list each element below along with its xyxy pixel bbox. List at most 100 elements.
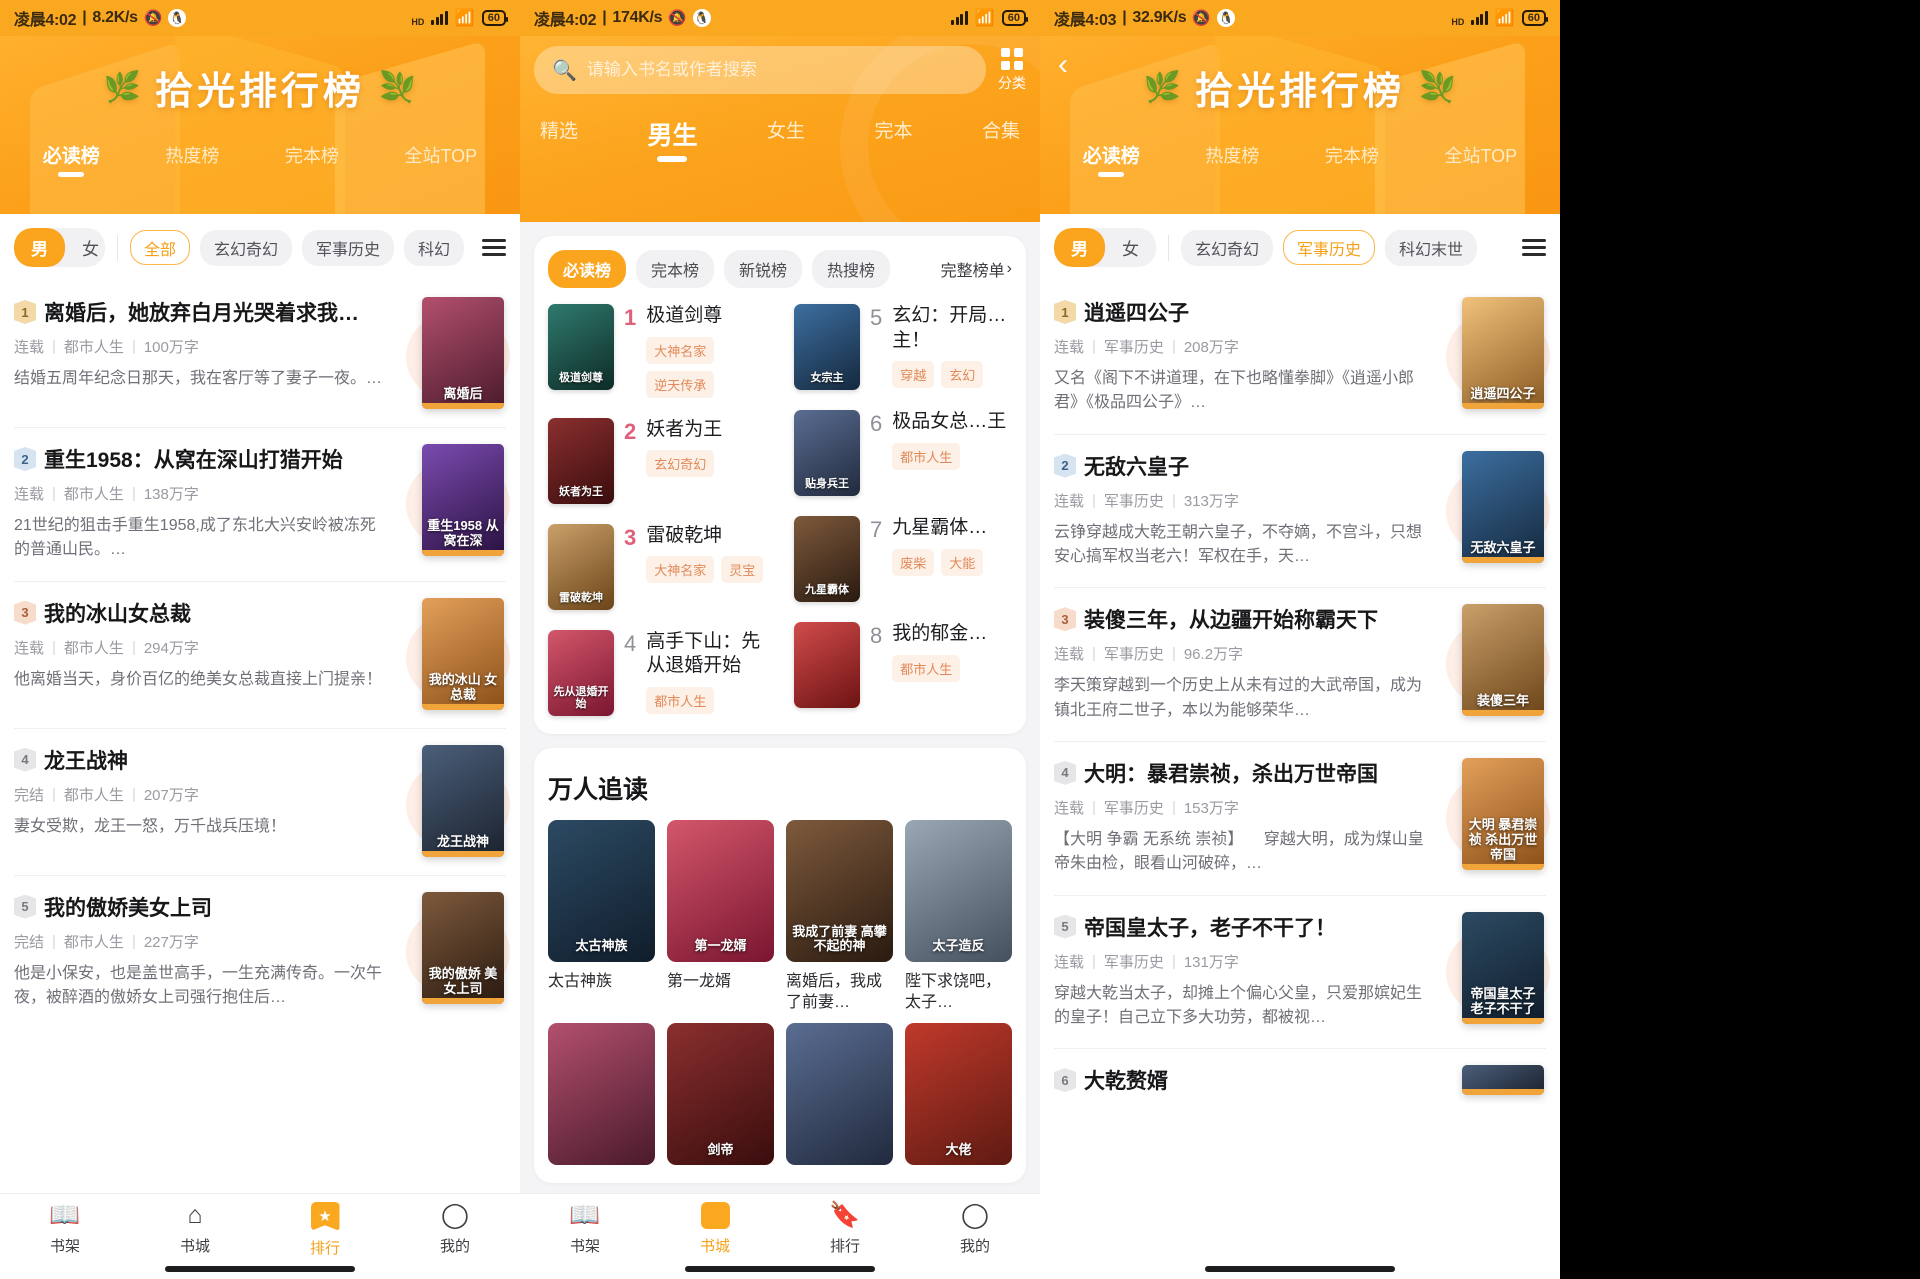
book-cover[interactable]: 女宗主: [794, 304, 860, 390]
gender-toggle-3[interactable]: 男 女: [1054, 228, 1156, 267]
book-cover[interactable]: [1462, 1065, 1544, 1096]
category-menu-icon-1[interactable]: [474, 239, 506, 256]
mini-rank-item[interactable]: 妖者为王 2 妖者为王 玄幻奇幻: [534, 408, 780, 514]
book-cover[interactable]: 龙王战神: [422, 744, 504, 857]
rank-item[interactable]: 5 我的傲娇美女上司 完结 | 都市人生 | 227万字 他是小保安，也是盖世高…: [14, 876, 510, 1029]
mini-rank-item[interactable]: 贴身兵王 6 极品女总…王 都市人生: [780, 400, 1026, 506]
mini-rank-item[interactable]: 女宗主 5 玄幻：开局…主！ 穿越 玄幻: [780, 294, 1026, 400]
tab-must-read-3[interactable]: 必读榜: [1083, 141, 1140, 180]
book-cover[interactable]: 极道剑尊: [548, 304, 614, 390]
tab-must-read-1[interactable]: 必读榜: [43, 141, 100, 180]
tab-hot-3[interactable]: 热度榜: [1205, 142, 1259, 180]
chip-scifi-1[interactable]: 科幻: [403, 229, 464, 266]
nav-bookshelf-1[interactable]: 📖 书架: [0, 1202, 130, 1256]
seg-must-read[interactable]: 必读榜: [548, 250, 627, 288]
seg-completed[interactable]: 完本榜: [636, 250, 715, 288]
book-cover[interactable]: [794, 622, 860, 708]
mini-rank-item[interactable]: 雷破乾坤 3 雷破乾坤 大神名家 灵宝: [534, 514, 780, 620]
tab-site-top-3[interactable]: 全站TOP: [1444, 142, 1517, 180]
chevron-left-icon[interactable]: ‹: [1058, 50, 1068, 80]
tab-female[interactable]: 女生: [767, 116, 805, 166]
book-cover[interactable]: 逍遥四公子: [1462, 297, 1544, 409]
book-cover[interactable]: 太子造反: [905, 819, 1012, 962]
nav-label: 排行: [829, 1238, 860, 1255]
book-cover[interactable]: 我成了前妻 高攀不起的神: [786, 819, 893, 962]
grid-book[interactable]: 剑帝: [667, 1022, 774, 1165]
rank-item[interactable]: 5 帝国皇太子，老子不干了！ 连载 | 军事历史 | 131万字 穿越大乾当太子…: [1054, 896, 1550, 1050]
tab-collection[interactable]: 合集: [982, 116, 1020, 166]
grid-book[interactable]: [548, 1022, 655, 1165]
mini-rank-item[interactable]: 九星霸体 7 九星霸体… 废柴 大能: [780, 506, 1026, 612]
category-button[interactable]: 分类: [998, 47, 1026, 93]
tab-site-top-1[interactable]: 全站TOP: [404, 142, 477, 180]
book-cover[interactable]: 重生1958 从窝在深: [422, 444, 504, 556]
book-cover[interactable]: 剑帝: [667, 1022, 774, 1165]
mini-rank-item[interactable]: 先从退婚开始 4 高手下山：先从退婚开始 都市人生: [534, 620, 780, 726]
book-cover[interactable]: 妖者为王: [548, 417, 614, 504]
chip-all-1[interactable]: 全部: [129, 230, 190, 265]
book-cover[interactable]: 大佬: [905, 1022, 1012, 1165]
grid-book[interactable]: [786, 1022, 893, 1165]
rank-item[interactable]: 1 离婚后，她放弃白月光哭着求我… 连载 | 都市人生 | 100万字 结婚五周…: [14, 281, 510, 428]
book-cover[interactable]: [548, 1022, 655, 1165]
chip-military-history-3[interactable]: 军事历史: [1283, 230, 1376, 265]
book-cover[interactable]: 无敌六皇子: [1462, 450, 1544, 563]
rank-item[interactable]: 4 龙王战神 完结 | 都市人生 | 207万字 妻女受欺，龙王一怒，万千战兵压…: [14, 729, 510, 876]
book-cover[interactable]: 帝国皇太子 老子不干了: [1462, 911, 1544, 1024]
book-cover[interactable]: 我的傲娇 美女上司: [422, 891, 504, 1004]
book-cover[interactable]: 第一龙婿: [667, 819, 774, 962]
mini-rank-item[interactable]: 8 我的郁金… 都市人生: [780, 612, 1026, 718]
nav-bookstore-2[interactable]: 书城: [650, 1202, 780, 1256]
nav-bookstore-1[interactable]: ⌂ 书城: [130, 1202, 260, 1256]
book-cover[interactable]: 太古神族: [548, 819, 655, 962]
tab-male[interactable]: 男生: [647, 116, 697, 166]
book-cover[interactable]: 离婚后: [422, 297, 504, 409]
tab-completed-1[interactable]: 完本榜: [285, 142, 339, 180]
rank-item[interactable]: 2 重生1958：从窝在深山打猎开始 连载 | 都市人生 | 138万字 21世…: [14, 428, 510, 582]
rank-item[interactable]: 4 大明：暴君崇祯，杀出万世帝国 连载 | 军事历史 | 153万字 【大明 争…: [1054, 742, 1550, 896]
gender-male-1[interactable]: 男: [14, 228, 65, 267]
seg-rising[interactable]: 新锐榜: [724, 250, 803, 288]
rank-item[interactable]: 3 装傻三年，从边疆开始称霸天下 连载 | 军事历史 | 96.2万字 李天策穿…: [1054, 588, 1550, 742]
grid-book[interactable]: 大佬: [905, 1022, 1012, 1165]
gender-female-3[interactable]: 女: [1105, 228, 1156, 267]
rank-item[interactable]: 3 我的冰山女总裁 连载 | 都市人生 | 294万字 他离婚当天，身价百亿的绝…: [14, 582, 510, 729]
nav-bookshelf-2[interactable]: 📖 书架: [520, 1202, 650, 1256]
search-box[interactable]: 🔍: [534, 46, 986, 94]
chip-military-history-1[interactable]: 军事历史: [301, 229, 394, 266]
gender-toggle-1[interactable]: 男 女: [14, 228, 106, 267]
book-cover[interactable]: 贴身兵王: [794, 410, 860, 496]
book-cover[interactable]: 九星霸体: [794, 516, 860, 602]
chip-fantasy-1[interactable]: 玄幻奇幻: [199, 229, 292, 266]
nav-profile-1[interactable]: ◯ 我的: [390, 1202, 520, 1256]
mini-rank-item[interactable]: 极道剑尊 1 极道剑尊 大神名家 逆天传承: [534, 294, 780, 408]
chip-scifi-apocalypse-3[interactable]: 科幻末世: [1385, 229, 1478, 266]
grid-book[interactable]: 太古神族 太古神族: [548, 819, 655, 1013]
gender-male-3[interactable]: 男: [1054, 228, 1105, 267]
rank-item[interactable]: 1 逍遥四公子 连载 | 军事历史 | 208万字 又名《阁下不讲道理，在下也略…: [1054, 281, 1550, 435]
nav-profile-2[interactable]: ◯ 我的: [910, 1202, 1040, 1256]
book-cover[interactable]: [786, 1022, 893, 1165]
tab-completed[interactable]: 完本: [874, 116, 912, 166]
book-cover[interactable]: 大明 暴君崇祯 杀出万世帝国: [1462, 757, 1544, 870]
search-input[interactable]: [586, 60, 968, 80]
gender-female-1[interactable]: 女: [65, 228, 105, 267]
tab-featured[interactable]: 精选: [540, 116, 578, 166]
book-cover[interactable]: 先从退婚开始: [548, 629, 614, 716]
nav-ranking-1[interactable]: ★ 排行: [260, 1202, 390, 1258]
category-menu-icon-3[interactable]: [1514, 239, 1546, 256]
rank-item[interactable]: 6 大乾赘婿: [1054, 1049, 1546, 1113]
rank-item[interactable]: 2 无敌六皇子 连载 | 军事历史 | 313万字 云铮穿越成大乾王朝六皇子，不…: [1054, 435, 1550, 589]
book-cover[interactable]: 装傻三年: [1462, 604, 1544, 717]
book-cover[interactable]: 雷破乾坤: [548, 523, 614, 610]
grid-book[interactable]: 太子造反 陛下求饶吧，太子…: [905, 819, 1012, 1013]
book-cover[interactable]: 我的冰山 女总裁: [422, 597, 504, 710]
nav-ranking-2[interactable]: 🔖 排行: [780, 1202, 910, 1256]
full-list-link[interactable]: 完整榜单 ›: [941, 257, 1012, 281]
grid-book[interactable]: 第一龙婿 第一龙婿: [667, 819, 774, 1013]
chip-fantasy-3[interactable]: 玄幻奇幻: [1181, 229, 1274, 266]
tab-hot-1[interactable]: 热度榜: [165, 142, 219, 180]
grid-book[interactable]: 我成了前妻 高攀不起的神 离婚后，我成了前妻…: [786, 819, 893, 1013]
tab-completed-3[interactable]: 完本榜: [1325, 142, 1379, 180]
seg-hot-search[interactable]: 热搜榜: [812, 250, 891, 288]
